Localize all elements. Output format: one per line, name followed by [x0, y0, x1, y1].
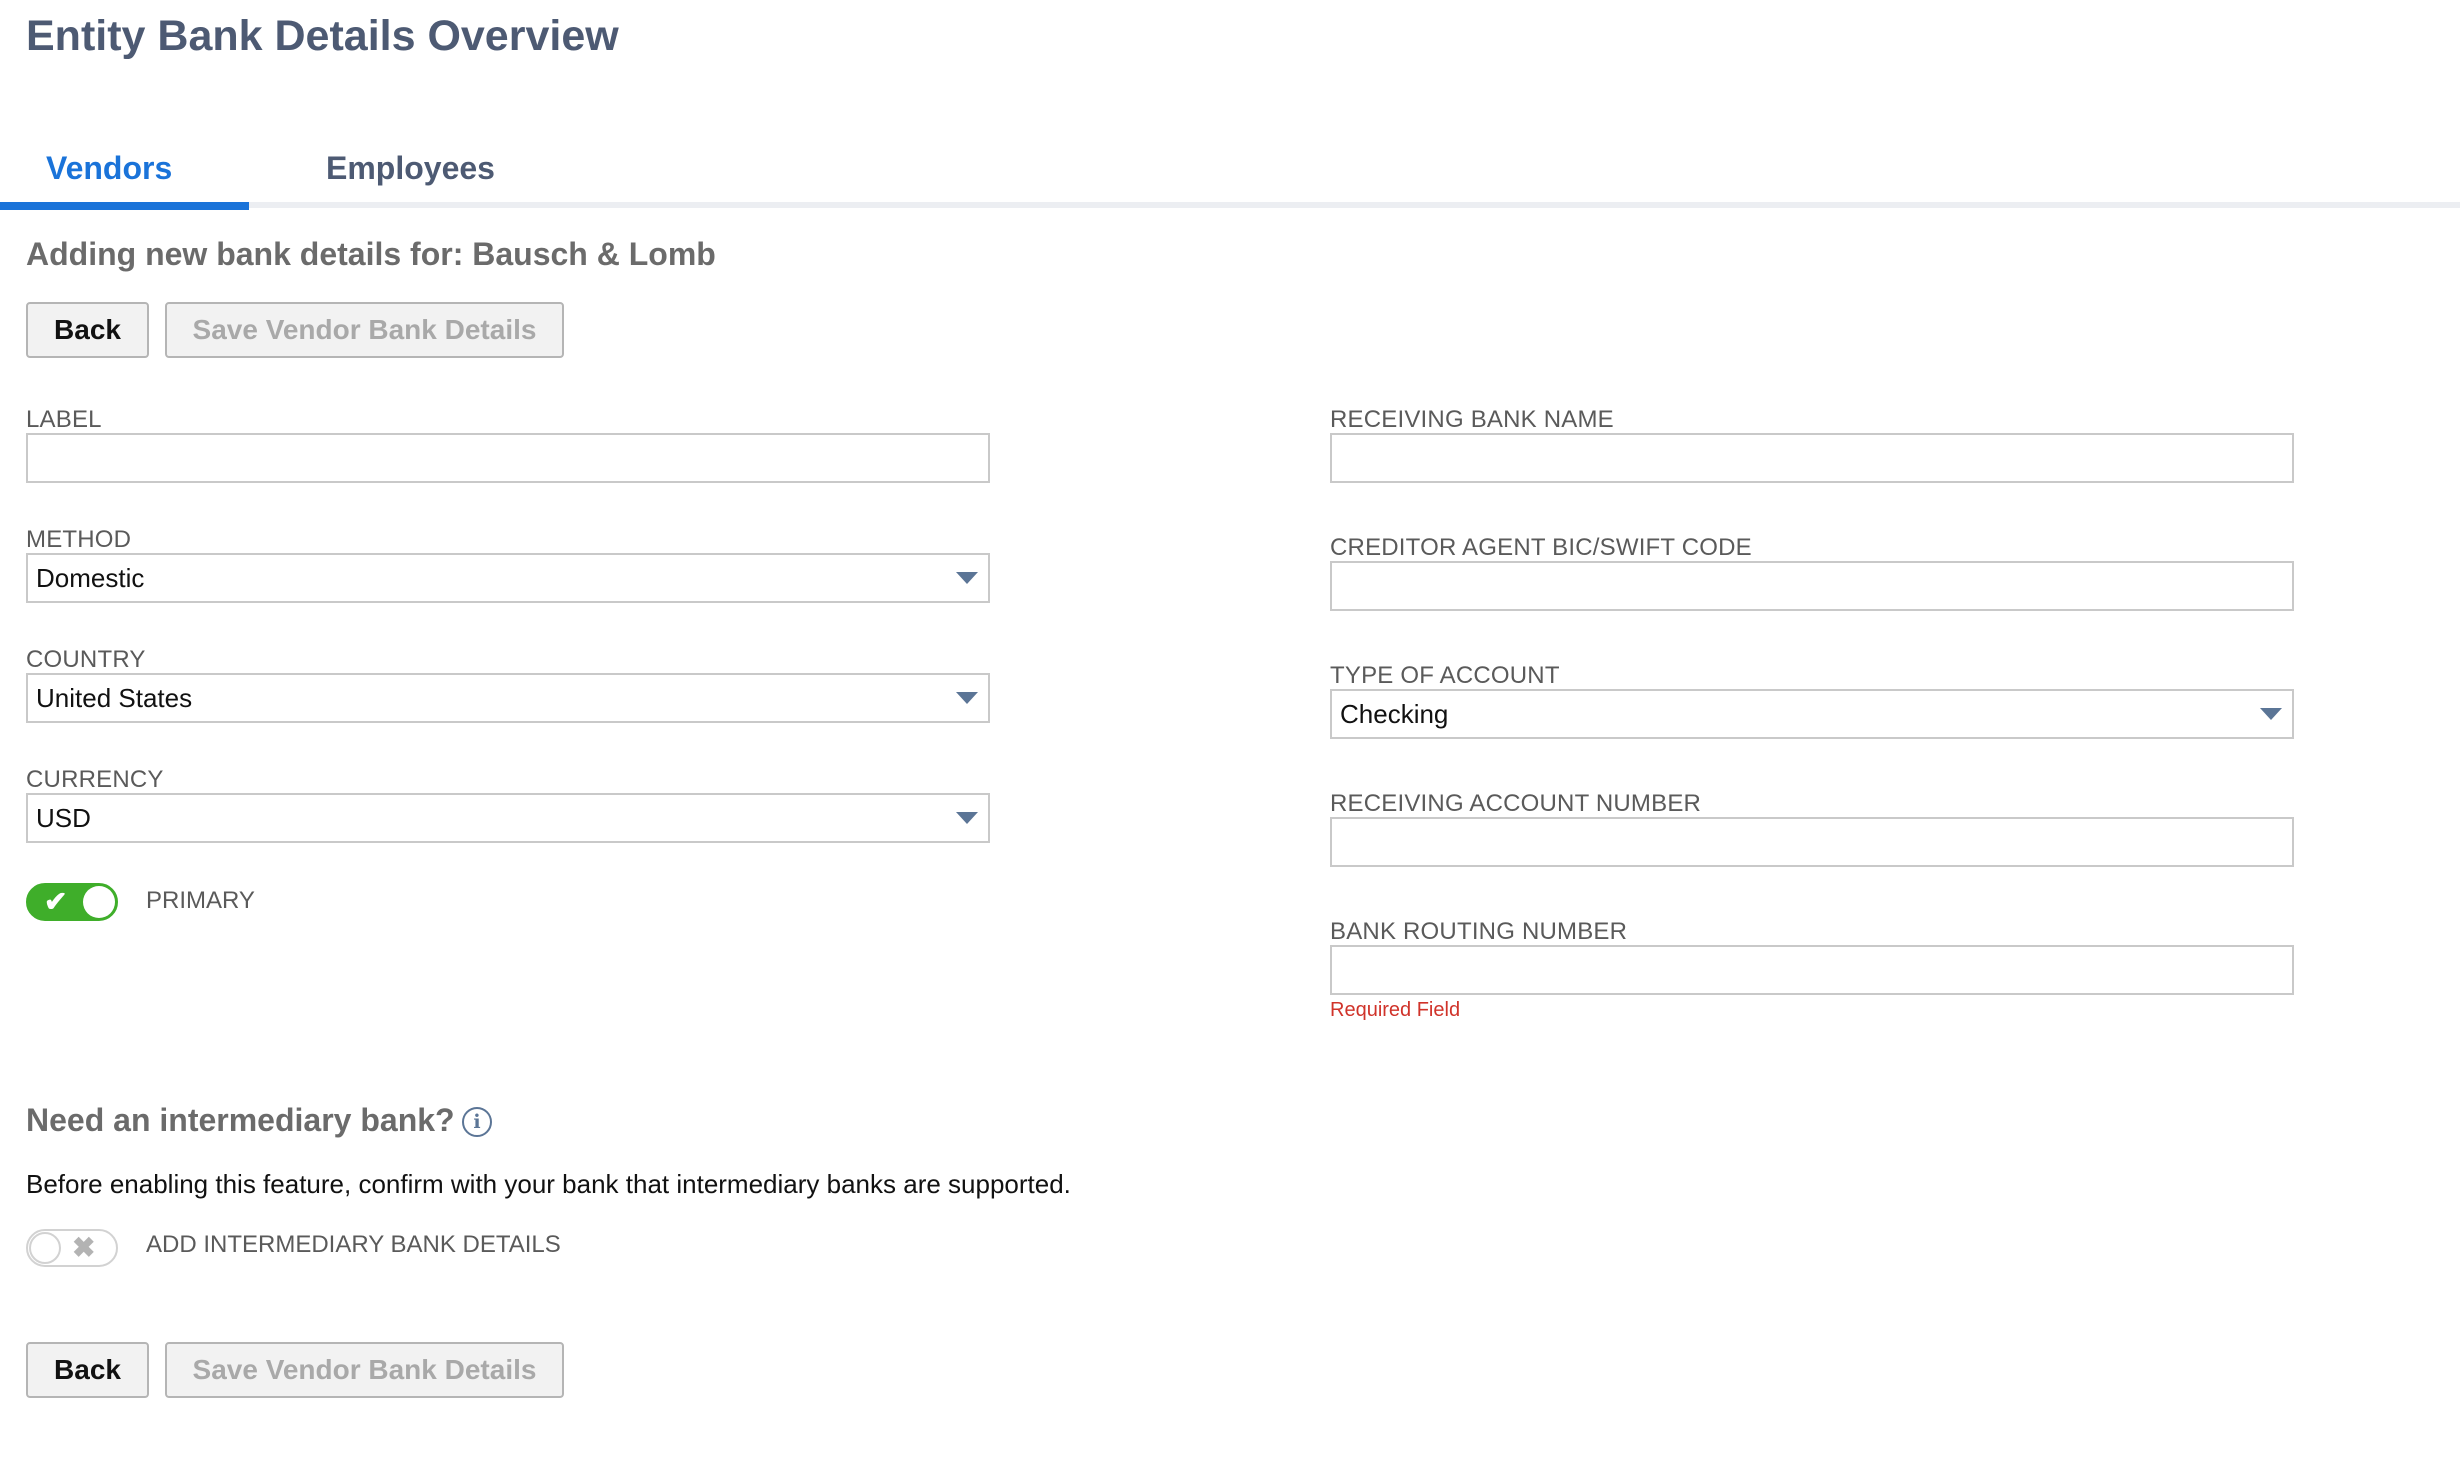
x-icon: ✖: [72, 1232, 96, 1263]
intermediary-note: Before enabling this feature, confirm wi…: [26, 1169, 1071, 1199]
country-selected-value: United States: [36, 682, 193, 713]
intermediary-heading: Need an intermediary bank?: [26, 1102, 455, 1138]
country-field-label: COUNTRY: [26, 646, 146, 673]
caret-down-icon: [956, 812, 978, 824]
primary-toggle[interactable]: ✔: [26, 883, 118, 921]
toggle-knob: [29, 1232, 61, 1264]
primary-toggle-label: PRIMARY: [146, 887, 255, 914]
currency-field-label: CURRENCY: [26, 766, 164, 793]
save-vendor-bank-details-button-top[interactable]: Save Vendor Bank Details: [165, 302, 564, 358]
method-field-label: METHOD: [26, 526, 132, 553]
creditor-agent-bic-label: CREDITOR AGENT BIC/SWIFT CODE: [1330, 534, 1752, 561]
page-title: Entity Bank Details Overview: [26, 12, 619, 60]
intermediary-toggle-label: ADD INTERMEDIARY BANK DETAILS: [146, 1231, 561, 1258]
type-of-account-select[interactable]: Checking: [1330, 689, 2294, 739]
receiving-account-number-input[interactable]: [1330, 817, 2294, 867]
tabs-divider: [0, 202, 2460, 208]
caret-down-icon: [956, 692, 978, 704]
receiving-bank-name-label: RECEIVING BANK NAME: [1330, 406, 1614, 433]
caret-down-icon: [2260, 708, 2282, 720]
form-heading: Adding new bank details for: Bausch & Lo…: [26, 236, 716, 272]
currency-selected-value: USD: [36, 802, 91, 833]
save-vendor-bank-details-button-bottom[interactable]: Save Vendor Bank Details: [165, 1342, 564, 1398]
back-button-top[interactable]: Back: [26, 302, 149, 358]
bank-routing-number-input[interactable]: [1330, 945, 2294, 995]
routing-number-error: Required Field: [1330, 999, 1461, 1021]
bank-routing-number-label: BANK ROUTING NUMBER: [1330, 918, 1628, 945]
receiving-bank-name-input[interactable]: [1330, 433, 2294, 483]
back-button-bottom[interactable]: Back: [26, 1342, 149, 1398]
country-select[interactable]: United States: [26, 673, 990, 723]
tab-vendors[interactable]: Vendors: [46, 150, 172, 187]
tab-employees[interactable]: Employees: [326, 150, 495, 187]
type-of-account-label: TYPE OF ACCOUNT: [1330, 662, 1560, 689]
method-select[interactable]: Domestic: [26, 553, 990, 603]
caret-down-icon: [956, 572, 978, 584]
intermediary-toggle[interactable]: ✖: [26, 1229, 118, 1267]
label-field-label: LABEL: [26, 406, 102, 433]
info-icon[interactable]: i: [462, 1107, 492, 1137]
checkmark-icon: ✔: [44, 886, 68, 917]
type-of-account-selected-value: Checking: [1340, 698, 1449, 729]
receiving-account-number-label: RECEIVING ACCOUNT NUMBER: [1330, 790, 1702, 817]
creditor-agent-bic-input[interactable]: [1330, 561, 2294, 611]
method-selected-value: Domestic: [36, 562, 145, 593]
currency-select[interactable]: USD: [26, 793, 990, 843]
label-input[interactable]: [26, 433, 990, 483]
toggle-knob: [83, 886, 115, 918]
active-tab-indicator: [0, 202, 249, 210]
